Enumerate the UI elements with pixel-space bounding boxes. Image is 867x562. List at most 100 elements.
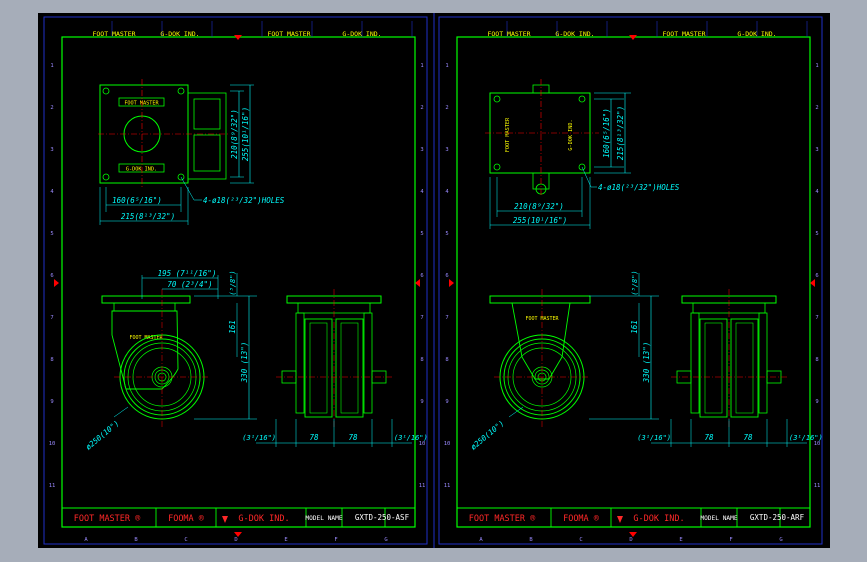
fork-leg-right	[363, 312, 373, 414]
row-number: 4	[50, 189, 54, 195]
row-number: 2	[420, 105, 423, 111]
dim-215: 215(8¹³/32")	[121, 212, 175, 221]
holes-callout: 4-ø18(²³/32")HOLES	[203, 196, 285, 205]
dim-front-78-right: 78	[743, 433, 753, 442]
row-number: 5	[445, 231, 448, 237]
zone-letter: D	[629, 537, 632, 543]
center-marker-icon	[415, 279, 420, 287]
dim-front-left: (3¹/16")	[637, 434, 671, 442]
row-number: 5	[815, 231, 818, 237]
row-number: 9	[445, 399, 448, 405]
row-number: 7	[420, 315, 423, 321]
row-number: 5	[420, 231, 423, 237]
row-number: 8	[445, 357, 448, 363]
wheel-housing-upper	[193, 98, 221, 130]
plate-company-label: G-DOK IND.	[568, 119, 574, 150]
row-number: 9	[420, 399, 423, 405]
zone-letter: F	[729, 537, 732, 543]
dim-front-78-right: 78	[348, 433, 358, 442]
title-model-label: MODEL NAME	[700, 515, 738, 522]
plate-brand-label: FOOT MASTER	[505, 117, 511, 152]
header-company-right: G-DOK IND.	[342, 30, 381, 38]
dim-fraction: (⁵/8")	[631, 270, 639, 295]
wheel-housing-lower	[193, 134, 221, 172]
mounting-hole	[578, 95, 586, 103]
dim-front-left: (3¹/16")	[242, 434, 276, 442]
row-number: 10	[444, 441, 451, 447]
zone-letter: B	[529, 537, 533, 543]
dim-195: 195 (7¹¹/16")	[158, 269, 217, 278]
dim-160: 160(6⁵/16")	[602, 108, 611, 158]
header-brand-left: FOOT MASTER	[487, 30, 530, 38]
row-number: 9	[815, 399, 818, 405]
leader-line	[508, 406, 524, 418]
row-number: 6	[445, 273, 448, 279]
zone-letter: A	[84, 537, 88, 543]
row-number: 8	[50, 357, 53, 363]
company-logo-icon	[617, 516, 623, 523]
dim-diameter: ø250(10")	[84, 419, 121, 452]
zone-letter: C	[579, 537, 582, 543]
side-view: FOOT MASTER ø250(10") 330 (13")161 (⁵/8")	[469, 270, 659, 452]
header-brand-left: FOOT MASTER	[92, 30, 135, 38]
row-number: 1	[815, 63, 818, 69]
wheel-hub-right	[735, 322, 754, 414]
row-number: 11	[419, 483, 426, 489]
front-view: (3¹/16") 78 78 (3¹/16")	[637, 289, 823, 447]
header-company-right: G-DOK IND.	[737, 30, 776, 38]
title-model-label: MODEL NAME	[305, 515, 343, 522]
dim-215: 215(8¹³/32")	[616, 106, 625, 160]
title-brand-2: FOOMA ®	[168, 514, 205, 524]
header-brand-right: FOOT MASTER	[662, 30, 705, 38]
row-number: 4	[445, 189, 449, 195]
top-view: FOOT MASTER G-DOK IND. 210(8⁹/32") 255(10¹/…	[485, 79, 680, 229]
title-brand: FOOT MASTER ®	[469, 514, 536, 524]
dim-255: 255(10¹/16")	[513, 216, 567, 225]
wheel-right	[335, 318, 364, 418]
sheet-1: A B C D E F G1 12 23 34 45 56 67 78 89 910 1011 11FOOT MA…	[43, 16, 428, 545]
side-view: FOOT MASTERø250(10")330 (13")161(⁵/8")19…	[84, 269, 257, 452]
fork-leg-left	[295, 312, 305, 414]
zone-letter: C	[184, 537, 187, 543]
dim-161: 161	[228, 320, 237, 334]
row-number: 7	[815, 315, 818, 321]
dim-161: 161	[630, 320, 639, 334]
zone-letter: A	[479, 537, 483, 543]
row-number: 8	[420, 357, 423, 363]
zone-letter: G	[779, 537, 782, 543]
center-marker-icon	[54, 279, 59, 287]
row-number: 1	[420, 63, 423, 69]
row-number: 3	[420, 147, 423, 153]
zone-letter: B	[134, 537, 138, 543]
row-number: 11	[49, 483, 56, 489]
title-block: FOOT MASTER ® FOOMA ® G-DOK IND. MODEL NAME…	[61, 507, 416, 528]
wheel-hub-left	[704, 322, 723, 414]
zone-letter: E	[284, 537, 287, 543]
mounting-hole	[493, 95, 501, 103]
row-number: 1	[445, 63, 448, 69]
title-model-value: GXTD-250-ARF	[750, 513, 805, 522]
row-number: 8	[815, 357, 818, 363]
row-number: 10	[49, 441, 56, 447]
row-number: 3	[815, 147, 818, 153]
top-plate-side	[489, 295, 591, 304]
title-company: G-DOK IND.	[238, 514, 289, 524]
dim-330: 330 (13")	[240, 342, 249, 384]
dim-330: 330 (13")	[642, 342, 651, 384]
title-brand: FOOT MASTER ®	[74, 514, 141, 524]
front-view: (3¹/16") 78 78 (3¹/16")	[242, 289, 428, 447]
row-number: 3	[445, 147, 448, 153]
plate-company-label: G-DOK IND.	[126, 167, 157, 173]
dim-front-right: (3¹/16")	[789, 434, 823, 442]
dim-255: 255(10¹/16")	[241, 107, 250, 161]
row-number: 2	[50, 105, 53, 111]
dim-front-right: (3¹/16")	[394, 434, 428, 442]
dim-front-78-left: 78	[704, 433, 714, 442]
leader-line	[113, 406, 129, 418]
company-logo-icon	[222, 516, 228, 523]
zone-letter: E	[679, 537, 682, 543]
mounting-hole	[493, 163, 501, 171]
wheel-right	[730, 318, 759, 418]
dim-fraction: (⁵/8")	[229, 270, 237, 295]
row-number: 9	[50, 399, 53, 405]
